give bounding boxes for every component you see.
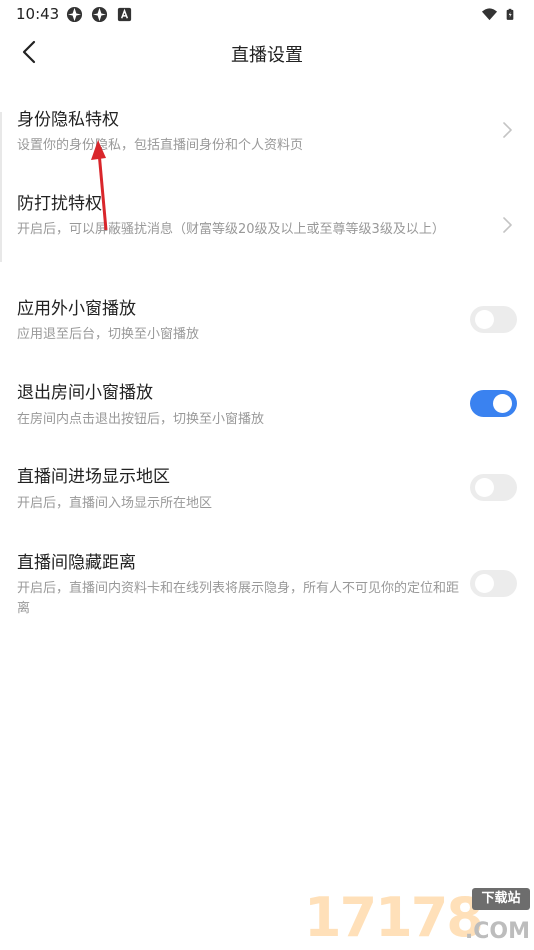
chevron-right-icon [503, 217, 512, 233]
status-time: 10:43 [16, 5, 60, 23]
watermark-badge: 下载站 [472, 888, 530, 910]
status-icons-left [66, 6, 133, 23]
page-title: 直播设置 [231, 45, 303, 66]
chevron-right-icon [503, 122, 512, 138]
settings-row-show-region: 直播间进场显示地区 开启后，直播间入场显示所在地区 [0, 452, 534, 522]
toggle-knob [475, 310, 494, 329]
app-notification-icon [66, 6, 83, 23]
status-icons-right [481, 6, 518, 23]
row-title: 退出房间小窗播放 [17, 383, 153, 403]
nav-bar: 直播设置 [0, 30, 534, 74]
row-desc: 开启后，直播间入场显示所在地区 [17, 496, 213, 511]
annotation-arrow-icon [91, 140, 108, 231]
watermark-logo: 17178 下载站 .COM [304, 888, 530, 948]
row-desc: 应用退至后台，切换至小窗播放 [17, 327, 200, 342]
row-title: 应用外小窗播放 [17, 299, 136, 319]
settings-row-hide-distance: 直播间隐藏距离 开启后，直播间内资料卡和在线列表将展示隐身，所有人不可见你的定位… [0, 538, 534, 628]
app-notification-icon [91, 6, 108, 23]
battery-icon [506, 8, 514, 20]
status-bar: 10:43 [0, 0, 534, 30]
watermark-domain: .COM [464, 919, 530, 944]
toggle-knob [475, 478, 494, 497]
settings-row-outside-mini-window: 应用外小窗播放 应用退至后台，切换至小窗播放 [0, 282, 534, 352]
settings-row-anti-harass[interactable]: 防打扰特权 开启后，可以屏蔽骚扰消息（财富等级20级及以上或至尊等级3级及以上） [0, 182, 534, 268]
settings-row-exit-room-mini-window: 退出房间小窗播放 在房间内点击退出按钮后，切换至小窗播放 [0, 368, 534, 438]
row-title: 直播间隐藏距离 [17, 553, 136, 573]
row-title: 直播间进场显示地区 [17, 467, 170, 487]
row-desc: 在房间内点击退出按钮后，切换至小窗播放 [17, 412, 265, 427]
settings-row-identity-privacy[interactable]: 身份隐私特权 设置你的身份隐私，包括直播间身份和个人资料页 [0, 96, 534, 176]
exit-room-mini-window-toggle[interactable] [470, 390, 517, 417]
toggle-knob [475, 574, 494, 593]
hide-distance-toggle[interactable] [470, 570, 517, 597]
outside-mini-window-toggle[interactable] [470, 306, 517, 333]
toggle-knob [493, 394, 512, 413]
row-title: 身份隐私特权 [17, 110, 119, 130]
android-icon [117, 7, 132, 22]
watermark-digits: 17178 [304, 886, 484, 949]
row-desc: 开启后，直播间内资料卡和在线列表将展示隐身，所有人不可见你的定位和距离 [17, 581, 460, 616]
wifi-icon [481, 8, 498, 21]
show-region-toggle[interactable] [470, 474, 517, 501]
